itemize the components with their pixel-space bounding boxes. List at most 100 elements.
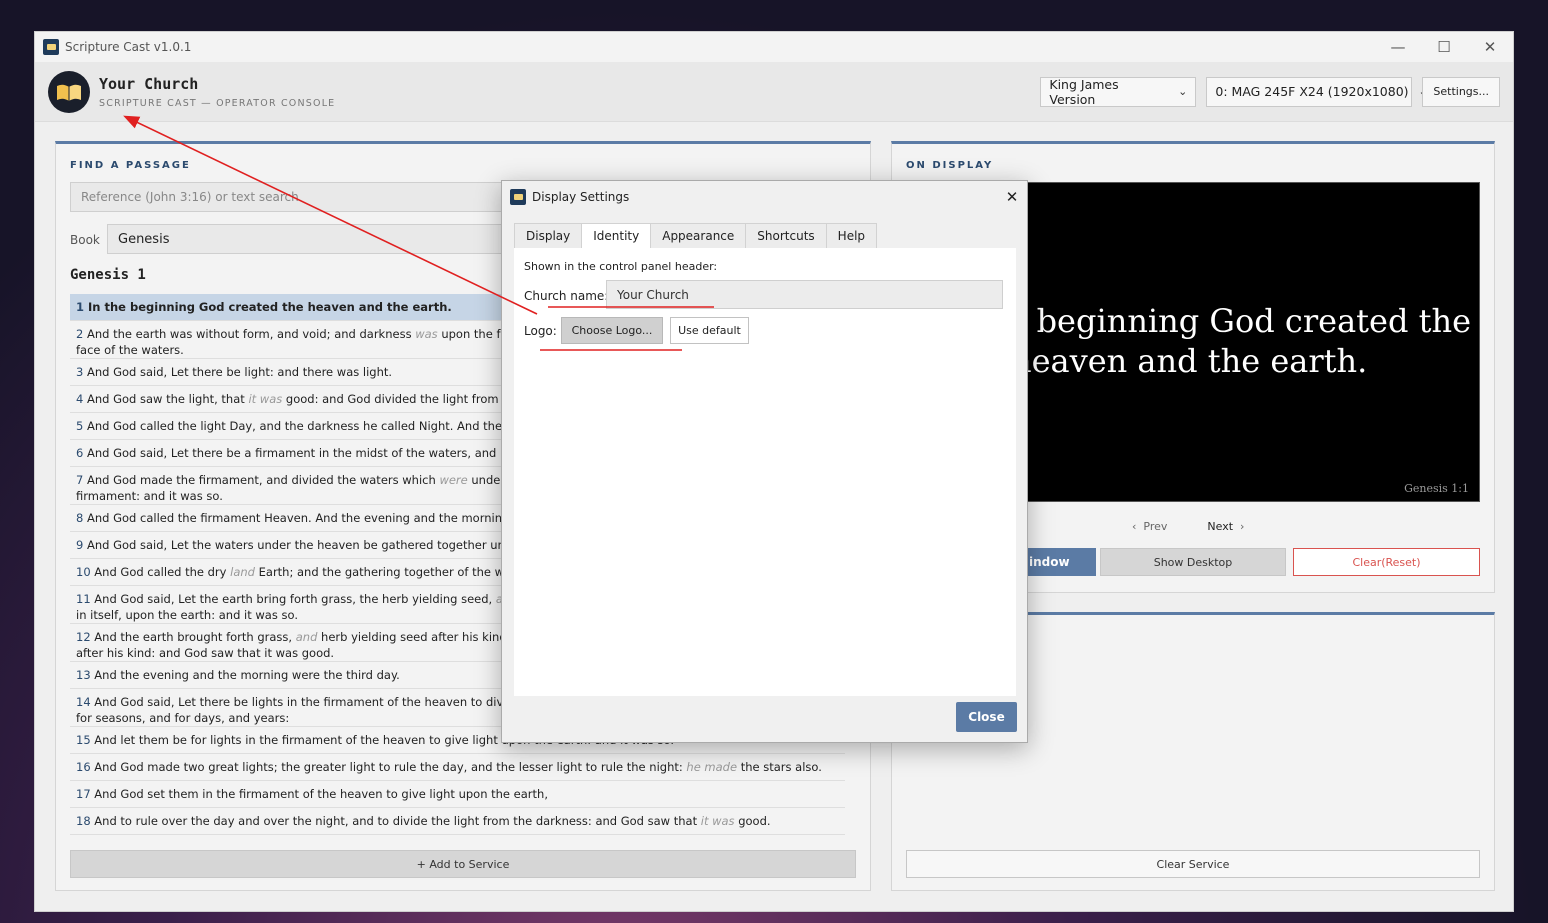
verse-row[interactable]: 17 And God set them in the firmament of … [70, 781, 845, 808]
verse-text: In the beginning God created the heaven … [88, 300, 452, 314]
church-name: Your Church [99, 74, 199, 93]
display-preview: e beginning God created the heaven and t… [1010, 182, 1480, 502]
verse-text: And God saw the light, that [86, 392, 249, 406]
verse-italic-text: he made [686, 760, 738, 774]
book-label: Book [70, 233, 100, 247]
show-desktop-button[interactable]: Show Desktop [1100, 548, 1286, 576]
preview-line-1: e beginning God created the [1010, 302, 1471, 340]
verse-text: And the earth was without form, and void… [86, 327, 416, 341]
open-book-icon [57, 84, 81, 101]
verse-italic-text: it was [700, 814, 735, 828]
verse-number: 12 [76, 630, 91, 644]
bible-version-value: King James Version [1049, 76, 1119, 107]
identity-hint: Shown in the control panel header: [524, 260, 718, 273]
verse-number: 15 [76, 733, 91, 747]
close-window-button[interactable]: ✕ [1467, 38, 1513, 56]
preview-reference: Genesis 1:1 [1404, 482, 1469, 495]
app-header: Your Church SCRIPTURE CAST — OPERATOR CO… [35, 62, 1513, 122]
next-button[interactable]: Next › [1207, 520, 1244, 533]
verse-text: And God set them in the firmament of the… [94, 787, 548, 801]
verse-italic-text: land [230, 565, 255, 579]
app-icon [510, 188, 526, 205]
clear-reset-button[interactable]: Clear(Reset) [1293, 548, 1480, 576]
dialog-tabs: Display Identity Appearance Shortcuts He… [514, 223, 878, 248]
verse-number: 17 [76, 787, 91, 801]
dialog-title-bar: Display Settings ✕ [502, 181, 1027, 212]
verse-number: 11 [76, 592, 91, 606]
app-icon [43, 39, 59, 55]
verse-number: 18 [76, 814, 91, 828]
dialog-close-button[interactable]: Close [956, 702, 1017, 732]
verse-number: 13 [76, 668, 91, 682]
church-name-label: Church name: [524, 289, 609, 303]
next-label: Next [1207, 520, 1234, 533]
tab-help[interactable]: Help [825, 223, 878, 248]
verse-number: 8 [76, 511, 84, 525]
choose-logo-button[interactable]: Choose Logo... [561, 317, 663, 344]
identity-tab-body: Shown in the control panel header: Churc… [514, 248, 1016, 696]
minimize-button[interactable]: — [1375, 38, 1421, 56]
church-name-field[interactable]: Your Church [606, 280, 1003, 309]
find-passage-title: FIND A PASSAGE [70, 160, 191, 171]
tab-identity[interactable]: Identity [581, 223, 652, 248]
verse-number: 3 [76, 365, 84, 379]
verse-number: 6 [76, 446, 84, 460]
verse-text: And God made the firmament, and divided … [86, 473, 440, 487]
verse-text: And God said, Let the earth bring forth … [94, 592, 496, 606]
title-bar: Scripture Cast v1.0.1 — ☐ ✕ [35, 32, 1513, 62]
verse-text: good. [734, 814, 771, 828]
verse-number: 2 [76, 327, 84, 341]
verse-italic-text: was [415, 327, 438, 341]
clear-service-button[interactable]: Clear Service [906, 850, 1480, 878]
verse-number: 10 [76, 565, 91, 579]
verse-text: And God said, Let there be light: and th… [86, 365, 393, 379]
verse-italic-text: were [439, 473, 468, 487]
chapter-heading: Genesis 1 [70, 267, 146, 283]
settings-button[interactable]: Settings... [1422, 76, 1500, 107]
verse-number: 9 [76, 538, 84, 552]
add-to-service-button[interactable]: + Add to Service [70, 850, 856, 878]
verse-number: 16 [76, 760, 91, 774]
verse-number: 5 [76, 419, 84, 433]
display-monitor-select[interactable]: 0: MAG 245F X24 (1920x1080) ⌄ [1206, 76, 1428, 107]
verse-text: And to rule over the day and over the ni… [94, 814, 701, 828]
verse-italic-text: and [295, 630, 318, 644]
verse-italic-text: it was [248, 392, 283, 406]
verse-text: And the evening and the morning were the… [94, 668, 400, 682]
display-monitor-value: 0: MAG 245F X24 (1920x1080) [1215, 84, 1409, 99]
bible-version-select[interactable]: King James Version ⌄ [1040, 76, 1197, 107]
verse-number: 7 [76, 473, 84, 487]
verse-row[interactable]: 18 And to rule over the day and over the… [70, 808, 845, 835]
church-logo [48, 70, 90, 113]
verse-number: 4 [76, 392, 84, 406]
dialog-close-icon[interactable]: ✕ [997, 188, 1027, 206]
chevron-left-icon: ‹ [1132, 520, 1137, 533]
verse-number: 1 [76, 300, 85, 314]
use-default-button[interactable]: Use default [670, 317, 749, 344]
tab-appearance[interactable]: Appearance [650, 223, 747, 248]
chevron-right-icon: › [1240, 520, 1245, 533]
search-input[interactable]: Reference (John 3:16) or text search [70, 182, 510, 212]
on-display-title: ON DISPLAY [906, 160, 994, 171]
verse-text: And God called the dry [94, 565, 231, 579]
nav-controls: ‹ Prev Next › [1132, 520, 1244, 533]
logo-label: Logo: [524, 324, 557, 338]
verse-text: And the earth brought forth grass, [94, 630, 296, 644]
preview-line-2: heaven and the earth. [1011, 342, 1368, 380]
preview-verse-text: e beginning God created the heaven and t… [1010, 301, 1471, 381]
tab-display[interactable]: Display [514, 223, 583, 248]
prev-label: Prev [1143, 520, 1168, 533]
verse-text: the stars also. [737, 760, 822, 774]
prev-button[interactable]: ‹ Prev [1132, 520, 1167, 533]
verse-row[interactable]: 16 And God made two great lights; the gr… [70, 754, 845, 781]
maximize-button[interactable]: ☐ [1421, 38, 1467, 56]
console-subtitle: SCRIPTURE CAST — OPERATOR CONSOLE [99, 97, 336, 109]
tab-shortcuts[interactable]: Shortcuts [745, 223, 827, 248]
chevron-down-icon: ⌄ [1178, 85, 1188, 98]
window-title: Scripture Cast v1.0.1 [65, 40, 192, 54]
verse-number: 14 [76, 695, 91, 709]
book-select[interactable]: Genesis [107, 224, 507, 254]
display-settings-dialog: Display Settings ✕ Display Identity Appe… [501, 180, 1028, 743]
dialog-title: Display Settings [532, 189, 630, 204]
verse-text: And God made two great lights; the great… [94, 760, 687, 774]
